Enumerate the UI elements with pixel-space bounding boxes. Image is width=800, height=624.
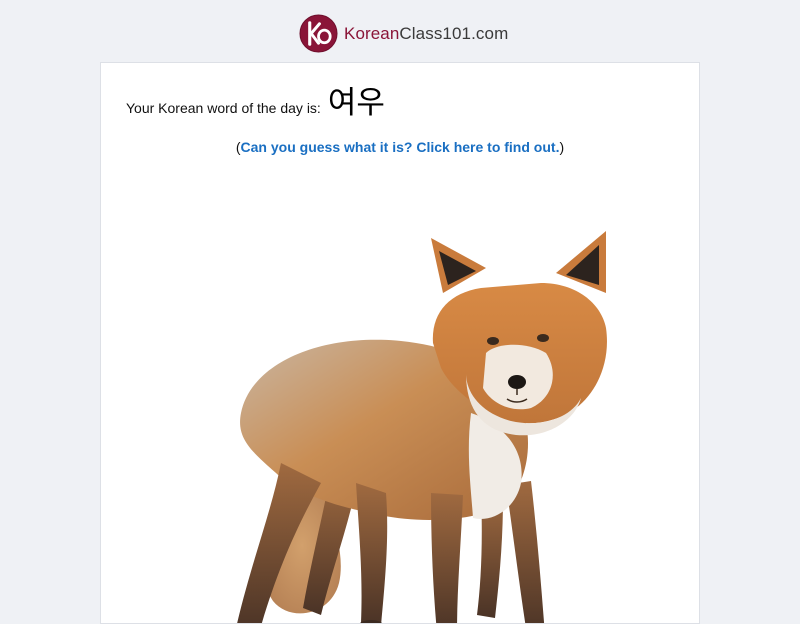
email-header: KoreanClass101.com bbox=[0, 0, 800, 62]
hint-close-paren: ) bbox=[559, 139, 565, 155]
find-out-link[interactable]: Can you guess what it is? Click here to … bbox=[241, 139, 560, 155]
koreanclass101-badge-icon bbox=[299, 14, 338, 53]
fox-photo bbox=[237, 231, 607, 623]
brand-name-class101: Class101.com bbox=[399, 23, 509, 43]
brand-name: KoreanClass101.com bbox=[344, 24, 508, 44]
brand-name-korean: Korean bbox=[344, 23, 400, 43]
hint-line: (Can you guess what it is? Click here to… bbox=[101, 139, 699, 155]
word-of-day-line: Your Korean word of the day is: 여우 bbox=[126, 77, 385, 122]
brand-logo[interactable]: KoreanClass101.com bbox=[299, 14, 508, 53]
word-of-day-label: Your Korean word of the day is: bbox=[126, 100, 321, 116]
korean-word: 여우 bbox=[327, 85, 385, 121]
word-of-day-card: Your Korean word of the day is: 여우 (Can … bbox=[100, 62, 700, 624]
